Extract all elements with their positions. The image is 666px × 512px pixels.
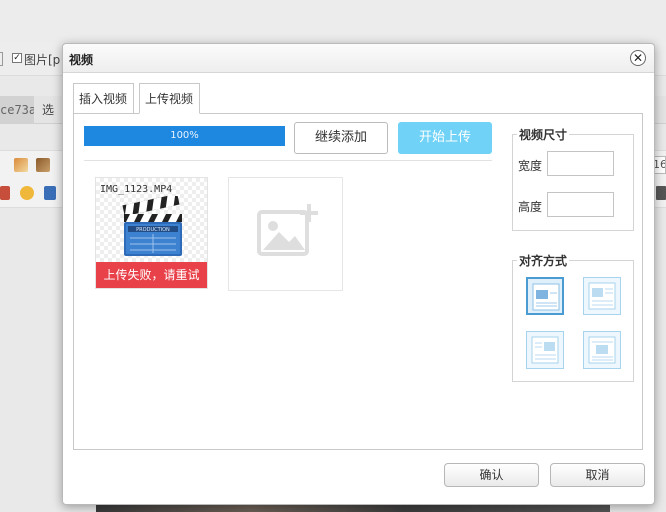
continue-add-button[interactable]: 继续添加 [294, 122, 388, 154]
align-center-icon [588, 336, 616, 364]
clapperboard-icon: PRODUCTION [122, 196, 182, 256]
upload-failed-retry[interactable]: 上传失败，请重试 [96, 262, 207, 288]
clapper-label: PRODUCTION [136, 227, 170, 233]
film-icon[interactable] [44, 186, 56, 200]
brush-icon[interactable] [36, 158, 50, 172]
width-input[interactable] [547, 151, 614, 176]
background-tool-icon[interactable] [656, 186, 666, 200]
background-image-label: 图片[p [24, 53, 61, 67]
close-icon[interactable]: ✕ [630, 50, 646, 66]
align-none-icon [532, 283, 560, 311]
table-icon[interactable] [0, 186, 10, 200]
divider [84, 160, 492, 161]
alignment-group: 对齐方式 [512, 252, 634, 382]
background-topbar [0, 0, 666, 42]
height-input[interactable] [547, 192, 614, 217]
start-upload-button[interactable]: 开始上传 [398, 122, 492, 154]
add-file-card[interactable] [228, 177, 343, 291]
file-item[interactable]: IMG_1123.MP4 PRODUCTION 上传失败，请重试 [95, 177, 208, 289]
video-dialog: 视频 ✕ 插入视频 上传视频 100% 继续添加 开始上传 IMG_1123.M… [62, 43, 655, 505]
video-size-group: 视频尺寸 宽度 高度 [512, 126, 634, 231]
align-none-option[interactable] [526, 277, 564, 315]
pencil-icon[interactable] [14, 158, 28, 172]
upload-panel: 100% 继续添加 开始上传 IMG_1123.MP4 PRODUCTION 上… [73, 113, 643, 450]
tab-insert-video[interactable]: 插入视频 [73, 83, 134, 114]
align-right-icon [531, 336, 559, 364]
align-right-option[interactable] [526, 331, 564, 369]
background-hash-tab[interactable]: ce73a [0, 96, 34, 124]
upload-progress-bar: 100% [84, 126, 285, 146]
background-select-tab[interactable]: 选 [42, 96, 64, 124]
width-label: 宽度 [518, 159, 543, 173]
video-size-legend: 视频尺寸 [517, 126, 570, 143]
align-left-option[interactable] [583, 277, 621, 315]
tab-upload-video[interactable]: 上传视频 [139, 83, 200, 114]
alignment-legend: 对齐方式 [517, 252, 570, 269]
emoticon-icon[interactable] [20, 186, 34, 200]
align-center-option[interactable] [583, 331, 621, 369]
height-label: 高度 [518, 200, 543, 214]
background-divider [0, 52, 3, 66]
add-image-icon [257, 204, 318, 256]
progress-text: 100% [170, 130, 199, 141]
file-name: IMG_1123.MP4 [100, 184, 173, 195]
dialog-title: 视频 [69, 53, 94, 67]
dialog-titlebar[interactable]: 视频 ✕ [63, 44, 654, 73]
confirm-button[interactable]: 确认 [444, 463, 539, 487]
background-checkbox[interactable]: ✓ [12, 53, 22, 63]
cancel-button[interactable]: 取消 [550, 463, 645, 487]
align-left-icon [588, 282, 616, 310]
